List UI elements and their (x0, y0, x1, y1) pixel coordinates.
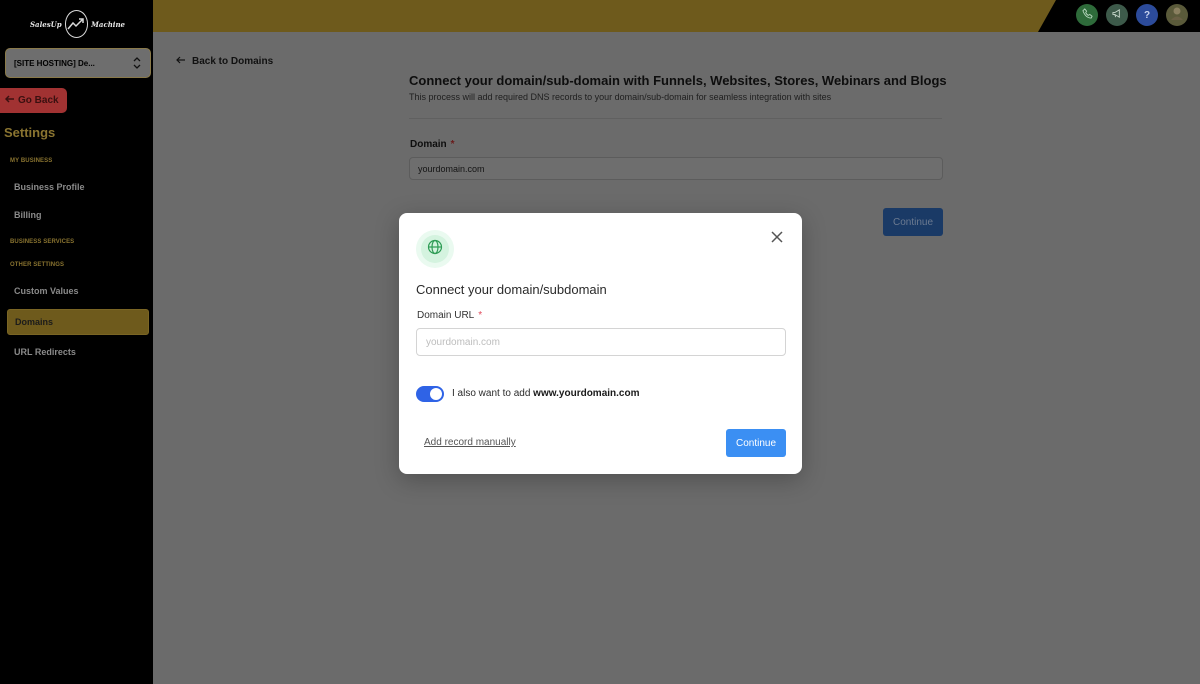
location-select[interactable]: [SITE HOSTING] De... (5, 48, 151, 78)
section-label-other-settings: OTHER SETTINGS (10, 262, 65, 268)
globe-icon (427, 239, 443, 260)
location-select-value: [SITE HOSTING] De... (14, 58, 95, 68)
sidebar-item-business-profile[interactable]: Business Profile (7, 174, 149, 200)
sidebar-item-url-redirects[interactable]: URL Redirects (7, 339, 149, 365)
globe-badge (416, 230, 454, 268)
add-www-label: I also want to add www.yourdomain.com (452, 388, 640, 399)
announcements-button[interactable] (1106, 4, 1128, 26)
megaphone-icon (1111, 6, 1123, 24)
arrow-left-icon (4, 94, 15, 107)
header-actions: ? (1038, 0, 1200, 32)
domain-url-input[interactable]: yourdomain.com (416, 328, 786, 356)
sidebar-item-domains[interactable]: Domains (7, 309, 149, 335)
back-to-domains-link[interactable]: Back to Domains (176, 55, 273, 68)
modal-continue-button[interactable]: Continue (726, 429, 786, 457)
sidebar-item-label: URL Redirects (14, 347, 76, 357)
close-icon (771, 230, 783, 248)
logo: SalesUp Machine (30, 8, 125, 40)
section-label-my-business: MY BUSINESS (10, 158, 53, 164)
sidebar-item-label: Domains (15, 317, 54, 327)
domain-url-placeholder: yourdomain.com (426, 336, 500, 348)
phone-button[interactable] (1076, 4, 1098, 26)
add-record-manually-link[interactable]: Add record manually (424, 437, 516, 448)
avatar-image-icon (1169, 5, 1185, 26)
sidebar-item-label: Business Profile (14, 182, 85, 192)
add-www-toggle[interactable] (416, 386, 444, 402)
divider (409, 118, 942, 119)
domain-url-label-text: Domain URL (417, 310, 475, 321)
page-subtitle: This process will add required DNS recor… (409, 92, 832, 102)
logo-text-left: SalesUp (30, 19, 62, 29)
phone-icon (1081, 6, 1093, 24)
sidebar-item-billing[interactable]: Billing (7, 202, 149, 228)
logo-emblem-icon (64, 10, 89, 38)
close-modal-button[interactable] (769, 231, 785, 247)
section-label-business-services: BUSINESS SERVICES (10, 239, 75, 245)
domain-input-value: yourdomain.com (418, 163, 485, 174)
continue-button[interactable]: Continue (883, 208, 943, 236)
modal-title: Connect your domain/subdomain (416, 282, 607, 297)
chevron-up-down-icon (132, 56, 142, 70)
help-button[interactable]: ? (1136, 4, 1158, 26)
back-link-label: Back to Domains (192, 56, 274, 67)
toggle-knob (430, 388, 442, 400)
arrow-left-icon (176, 55, 186, 68)
domain-field-label: Domain * (410, 139, 455, 150)
logo-text-right: Machine (91, 19, 125, 29)
page-title: Connect your domain/sub-domain with Funn… (409, 73, 947, 88)
sidebar-item-label: Custom Values (14, 286, 79, 296)
domain-input[interactable]: yourdomain.com (409, 157, 943, 180)
sidebar-item-custom-values[interactable]: Custom Values (7, 278, 149, 304)
domain-label-text: Domain (410, 139, 447, 150)
help-icon: ? (1143, 9, 1151, 21)
domain-url-label: Domain URL * (417, 310, 482, 321)
required-asterisk: * (478, 310, 483, 321)
required-asterisk: * (450, 139, 455, 150)
sidebar: SalesUp Machine [SITE HOSTING] De... Go … (0, 0, 153, 684)
go-back-label: Go Back (18, 95, 59, 106)
sidebar-item-label: Billing (14, 210, 42, 220)
go-back-button[interactable]: Go Back (0, 88, 67, 113)
settings-title: Settings (4, 125, 56, 140)
avatar[interactable] (1166, 4, 1188, 26)
top-header: ? (153, 0, 1200, 32)
connect-domain-modal: Connect your domain/subdomain Domain URL… (399, 213, 802, 474)
www-domain-text: www.yourdomain.com (533, 388, 640, 399)
